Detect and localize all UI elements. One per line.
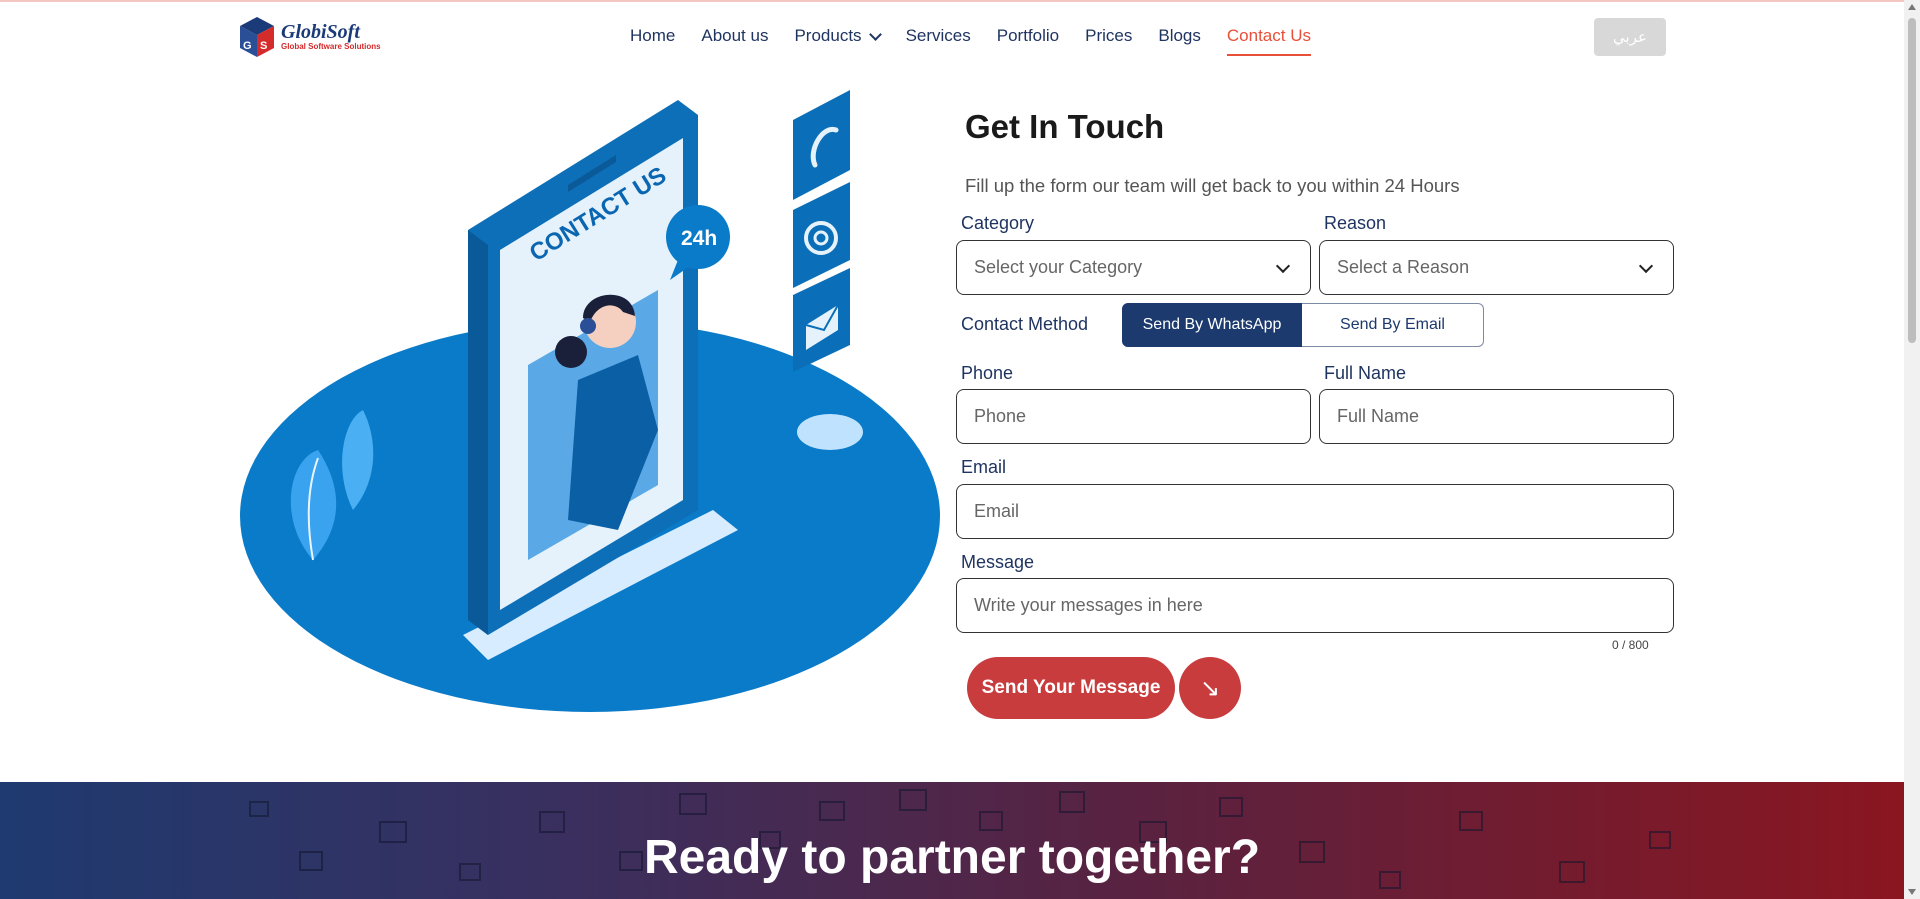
- phone-input-placeholder: Phone: [974, 406, 1027, 426]
- banner-title: Ready to partner together?: [643, 831, 1261, 884]
- category-select[interactable]: Select your Category: [956, 240, 1311, 295]
- language-toggle-button[interactable]: عربي: [1594, 18, 1666, 56]
- logo-cube-icon: G S: [240, 17, 274, 57]
- svg-text:G: G: [243, 40, 252, 52]
- phone-icon-tile: [793, 90, 850, 200]
- message-char-counter: 0 / 800: [1612, 638, 1649, 652]
- phone-label: Phone: [961, 363, 1014, 383]
- phone-side: [468, 230, 488, 635]
- reason-select[interactable]: Select a Reason: [1319, 240, 1674, 295]
- message-textarea-placeholder: Write your messages in here: [974, 595, 1203, 615]
- nav-home[interactable]: Home: [630, 2, 675, 70]
- message-label: Message: [961, 552, 1035, 572]
- nav-about-us[interactable]: About us: [701, 2, 768, 70]
- send-message-button[interactable]: Send Your Message: [967, 657, 1175, 719]
- site-header: G S GlobiSoft Global Software Solutions …: [0, 2, 1904, 70]
- brand-tagline: Global Software Solutions: [281, 42, 381, 51]
- form-subtitle: Fill up the form our team will get back …: [965, 175, 1460, 196]
- send-by-email-button[interactable]: Send By Email: [1302, 303, 1484, 347]
- chevron-down-icon: [868, 27, 882, 41]
- send-by-whatsapp-button[interactable]: Send By WhatsApp: [1122, 303, 1302, 347]
- full-name-label: Full Name: [1324, 363, 1407, 383]
- email-label: Email: [961, 457, 1007, 477]
- category-label: Category: [961, 213, 1035, 233]
- full-name-input[interactable]: Full Name: [1319, 389, 1674, 444]
- reason-select-value: Select a Reason: [1337, 257, 1470, 277]
- contact-us-illustration: CONTACT US 24h: [240, 90, 940, 712]
- scroll-down-arrow-icon[interactable]: [1908, 889, 1916, 895]
- chevron-down-icon: [1638, 258, 1654, 274]
- brand-name: GlobiSoft: [281, 21, 360, 43]
- category-select-value: Select your Category: [974, 257, 1143, 277]
- nav-services[interactable]: Services: [906, 2, 971, 70]
- scroll-up-arrow-icon[interactable]: [1908, 4, 1916, 10]
- nav-blogs[interactable]: Blogs: [1158, 2, 1201, 70]
- nav-prices[interactable]: Prices: [1085, 2, 1132, 70]
- main-nav: Home About us Products Services Portfoli…: [630, 2, 1337, 70]
- form-title: Get In Touch: [965, 108, 1165, 145]
- email-input[interactable]: Email: [956, 484, 1674, 539]
- phone-input[interactable]: Phone: [956, 389, 1311, 444]
- svg-text:S: S: [260, 40, 267, 52]
- nav-contact-us[interactable]: Contact Us: [1226, 2, 1312, 70]
- nav-portfolio[interactable]: Portfolio: [997, 2, 1059, 70]
- reason-label: Reason: [1324, 213, 1387, 233]
- arrow-down-right-icon[interactable]: ↘: [1179, 657, 1241, 719]
- page-scrollbar[interactable]: [1904, 0, 1920, 899]
- message-textarea[interactable]: Write your messages in here: [956, 578, 1674, 633]
- full-name-input-placeholder: Full Name: [1337, 406, 1420, 426]
- contact-method-toggle: Send By WhatsApp Send By Email: [1122, 303, 1484, 349]
- partner-banner: Ready to partner together?: [0, 782, 1904, 899]
- scrollbar-thumb[interactable]: [1908, 18, 1916, 343]
- chevron-down-icon: [1275, 258, 1291, 274]
- nav-products[interactable]: Products: [794, 2, 882, 70]
- chat-bubble-text: 24h: [681, 227, 717, 250]
- contact-method-label: Contact Method: [961, 314, 1089, 334]
- email-input-placeholder: Email: [974, 501, 1020, 521]
- brand-logo[interactable]: G S GlobiSoft Global Software Solutions: [237, 14, 397, 60]
